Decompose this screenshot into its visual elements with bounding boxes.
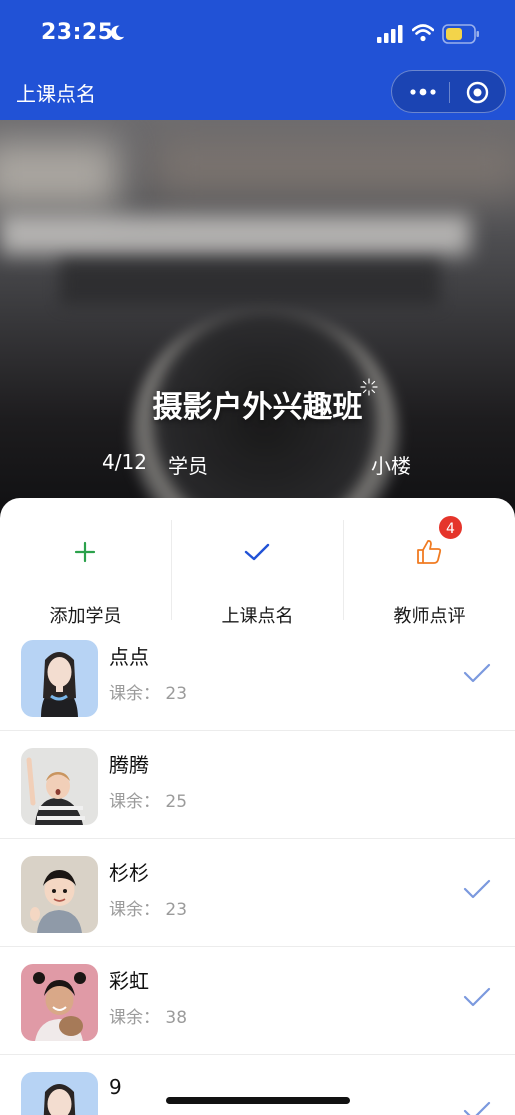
student-row[interactable]: 彩虹 课余： 38 [0,947,515,1055]
review-badge: 4 [437,514,464,541]
moon-icon [110,25,125,41]
page-title: 上课点名 [16,82,96,106]
roll-call-button[interactable]: 上课点名 [172,520,343,627]
add-student-button[interactable]: 添加学员 [0,520,171,627]
avatar [21,964,98,1041]
student-name: 腾腾 [109,753,149,777]
more-icon[interactable] [409,83,437,101]
teacher-name: 小楼 [371,454,411,478]
attendance-check-icon[interactable] [463,661,491,685]
close-target-icon[interactable] [466,81,489,104]
wifi-icon [412,24,434,42]
hero-bg-camera [60,260,440,305]
check-icon [244,543,270,561]
remaining-classes: 课余： 38 [109,1008,188,1028]
capsule-divider [449,82,450,103]
avatar-image [43,1084,76,1115]
attendance-check-icon[interactable] [463,877,491,901]
class-name: 摄影户外兴趣班 [152,390,363,425]
plus-icon [74,541,96,563]
student-name: 9 [109,1075,122,1099]
remaining-classes: 课余： 23 [109,684,188,704]
student-row[interactable]: 9 [0,1055,515,1115]
avatar-image [33,972,86,1041]
class-hero-banner: 摄影户外兴趣班 4/12 学员 小楼 [0,120,515,520]
top-bar: 23:25 上课点名 [0,0,515,120]
avatar [21,640,98,717]
attendance-check-icon[interactable] [463,1099,491,1115]
thumbs-up-icon [417,540,442,564]
home-indicator[interactable] [166,1097,350,1104]
student-name: 彩虹 [109,969,149,993]
hero-bg-camera [0,215,470,255]
student-name: 点点 [109,645,149,669]
avatar [21,748,98,825]
signal-icon [377,25,403,43]
students-label: 学员 [168,454,208,478]
avatar-image [26,757,85,825]
student-name: 杉杉 [109,861,149,885]
battery-icon [442,24,479,44]
mini-program-capsule [391,70,506,113]
action-bar: 添加学员 上课点名 教师点评 4 [0,498,515,627]
avatar-image [30,870,82,933]
student-row[interactable]: 点点 课余： 23 [0,623,515,731]
remaining-classes: 课余： 25 [109,792,188,812]
student-row[interactable]: 腾腾 课余： 25 [0,731,515,839]
avatar [21,856,98,933]
status-time: 23:25 [41,20,114,45]
content-panel: 添加学员 上课点名 教师点评 4 点点 课余： 23 腾腾 课余： 25 杉杉 … [0,498,515,1115]
sparkle-icon [360,378,378,396]
student-count: 4/12 [102,450,147,474]
remaining-classes: 课余： 23 [109,900,188,920]
teacher-review-button[interactable]: 教师点评 [344,520,515,627]
hero-bg-blur [0,140,120,210]
student-row[interactable]: 杉杉 课余： 23 [0,839,515,947]
hero-bg-blur [150,140,515,195]
avatar [21,1072,98,1115]
attendance-check-icon[interactable] [463,985,491,1009]
avatar-image [41,652,78,717]
